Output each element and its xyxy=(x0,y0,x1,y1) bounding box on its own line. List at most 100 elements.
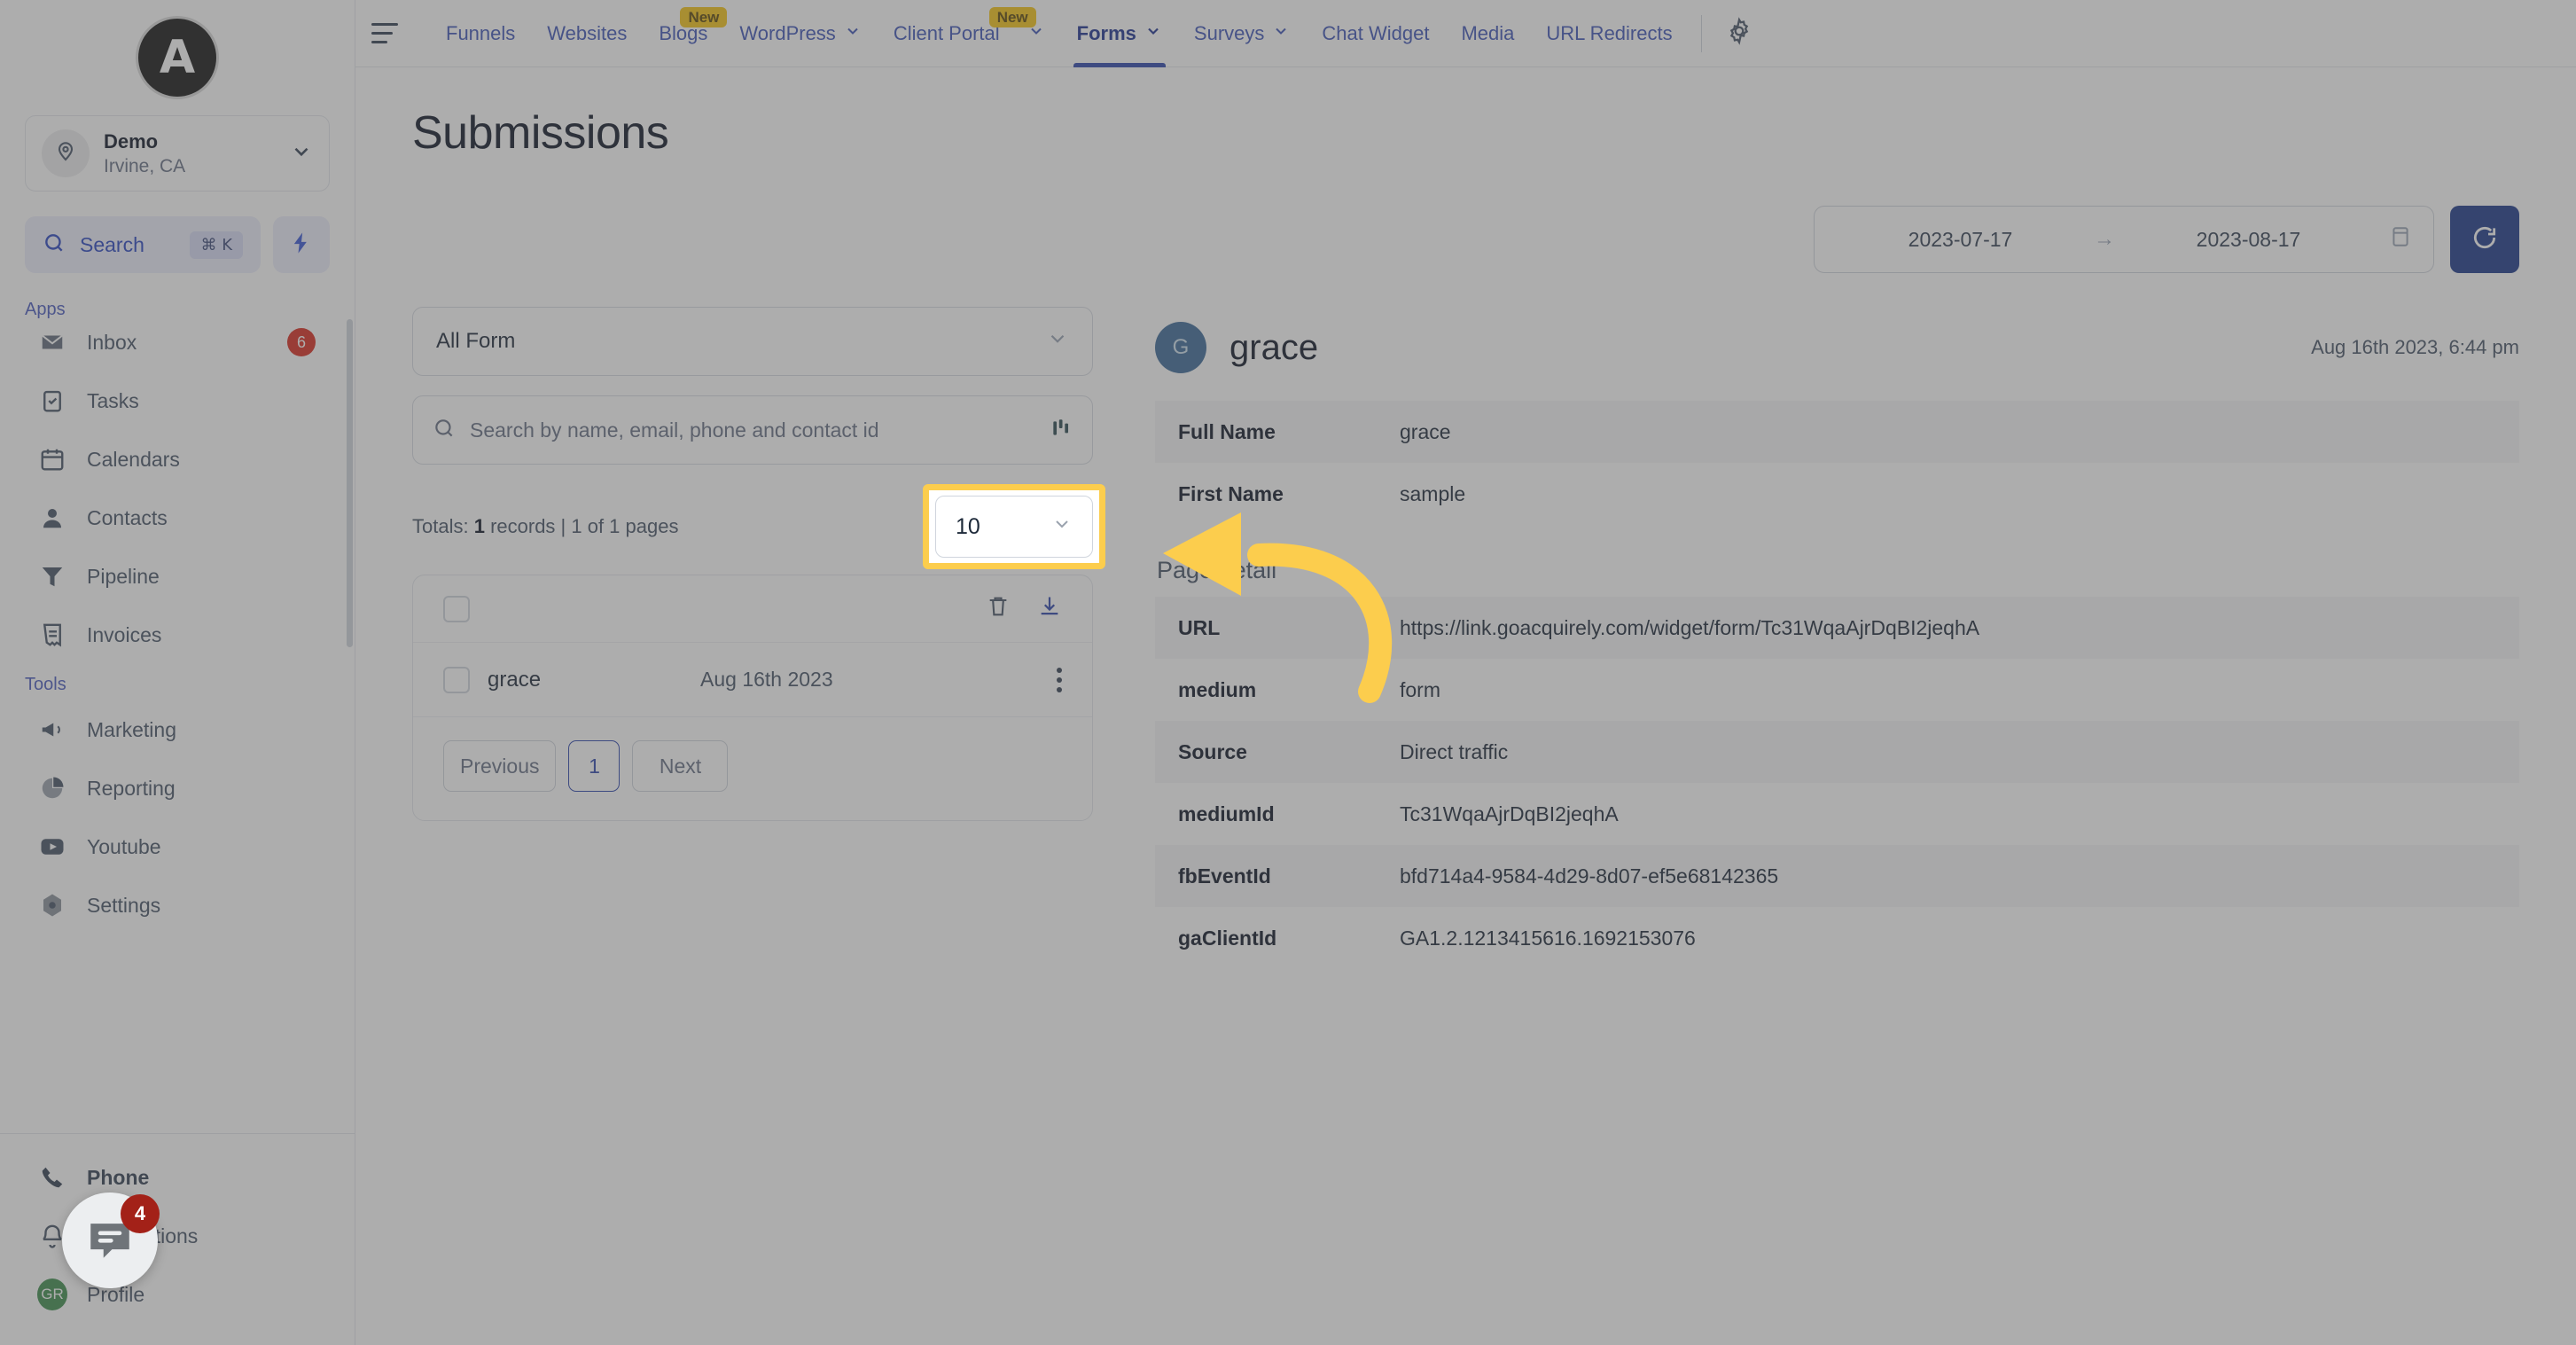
refresh-button[interactable] xyxy=(2450,206,2519,273)
tab-label: Client Portal xyxy=(893,21,1000,44)
table-row[interactable]: grace Aug 16th 2023 xyxy=(413,643,1092,717)
sidebar-scrollbar[interactable] xyxy=(347,319,353,647)
field-value: grace xyxy=(1400,419,1451,443)
detail-key: fbEventId xyxy=(1178,864,1271,888)
sidebar-item-calendars[interactable]: Calendars xyxy=(12,430,342,489)
chevron-down-icon xyxy=(1272,22,1290,45)
tab-url-redirects[interactable]: URL Redirects xyxy=(1530,0,1688,67)
chat-widget-button[interactable]: 4 xyxy=(62,1193,160,1288)
pie-chart-icon xyxy=(37,773,67,803)
sidebar-item-youtube[interactable]: Youtube xyxy=(12,817,342,876)
detail-value: Tc31WqaAjrDqBI2jeqhA xyxy=(1400,802,1619,825)
menu-toggle-icon[interactable] xyxy=(371,23,410,43)
tab-blogs[interactable]: Blogs New xyxy=(643,0,728,67)
search-label: Search xyxy=(80,232,144,256)
submissions-table: grace Aug 16th 2023 Previous 1 Next xyxy=(412,575,1093,821)
detail-value: GA1.2.1213415616.1692153076 xyxy=(1400,926,1696,950)
field-key: Full Name xyxy=(1178,419,1276,443)
brand-logo[interactable]: A xyxy=(0,0,355,115)
phone-icon xyxy=(37,1162,67,1193)
sidebar-item-label: Settings xyxy=(87,893,161,917)
table-header xyxy=(413,575,1092,643)
totals-text: Totals: 1 records | 1 of 1 pages xyxy=(412,515,678,538)
detail-key: Source xyxy=(1178,739,1247,763)
sidebar-item-phone[interactable]: Phone xyxy=(12,1148,342,1207)
per-page-holder: 10 xyxy=(923,484,1105,569)
date-range-start[interactable]: 2023-07-17 xyxy=(1836,228,2085,252)
download-icon[interactable] xyxy=(1037,594,1062,623)
tab-funnels[interactable]: Funnels xyxy=(430,0,531,67)
tab-chat-widget[interactable]: Chat Widget xyxy=(1306,0,1445,67)
sidebar-item-settings[interactable]: Settings xyxy=(12,876,342,934)
delete-icon[interactable] xyxy=(986,594,1011,623)
settings-button[interactable] xyxy=(1714,17,1764,50)
tab-forms[interactable]: Forms xyxy=(1061,0,1178,67)
per-page-value: 10 xyxy=(956,513,980,539)
per-page-select[interactable]: 10 xyxy=(935,496,1093,558)
sidebar-item-invoices[interactable]: Invoices xyxy=(12,606,342,664)
new-badge: New xyxy=(988,6,1036,27)
inbox-badge: 6 xyxy=(287,328,316,356)
tab-media[interactable]: Media xyxy=(1445,0,1530,67)
search-icon xyxy=(433,417,456,444)
filter-bars-icon[interactable] xyxy=(1050,417,1073,444)
bolt-icon xyxy=(289,231,314,260)
chevron-down-icon xyxy=(1046,327,1069,356)
sidebar-item-label: Invoices xyxy=(87,622,162,646)
date-range-end[interactable]: 2023-08-17 xyxy=(2124,228,2373,252)
location-switcher[interactable]: Demo Irvine, CA xyxy=(25,115,330,192)
detail-value: Direct traffic xyxy=(1400,739,1509,763)
quick-actions-button[interactable] xyxy=(273,216,330,273)
tab-label: Forms xyxy=(1076,21,1136,44)
page-detail-table: URL https://link.goacquirely.com/widget/… xyxy=(1155,597,2519,969)
tab-client-portal[interactable]: Client Portal New xyxy=(878,0,1061,67)
gear-icon xyxy=(1725,17,1753,50)
page-number-button[interactable]: 1 xyxy=(568,740,621,792)
tab-surveys[interactable]: Surveys xyxy=(1178,0,1306,67)
tab-label: Chat Widget xyxy=(1322,21,1430,44)
row-menu-icon[interactable] xyxy=(1057,667,1062,692)
sidebar-item-pipeline[interactable]: Pipeline xyxy=(12,547,342,606)
detail-row: Source Direct traffic xyxy=(1155,721,2519,783)
global-search[interactable]: Search ⌘ K xyxy=(25,216,261,273)
detail-key: URL xyxy=(1178,615,1221,639)
date-range-picker[interactable]: 2023-07-17 → 2023-08-17 xyxy=(1814,206,2434,273)
totals-count: 1 xyxy=(473,515,485,537)
location-sub: Irvine, CA xyxy=(104,155,186,176)
page-title: Submissions xyxy=(412,107,669,159)
sidebar-item-contacts[interactable]: Contacts xyxy=(12,489,342,547)
detail-header: G grace Aug 16th 2023, 6:44 pm xyxy=(1155,307,2519,388)
sidebar-item-label: Marketing xyxy=(87,717,176,741)
sidebar-item-profile[interactable]: GR Profile xyxy=(12,1265,342,1324)
select-all-checkbox[interactable] xyxy=(443,595,470,622)
sidebar-search-row: Search ⌘ K xyxy=(0,192,355,273)
next-page-button[interactable]: Next xyxy=(632,740,729,792)
detail-row: URL https://link.goacquirely.com/widget/… xyxy=(1155,597,2519,659)
form-filter-select[interactable]: All Form xyxy=(412,307,1093,376)
sidebar-item-label: Youtube xyxy=(87,834,161,858)
row-checkbox[interactable] xyxy=(443,666,470,693)
invoices-icon xyxy=(37,620,67,650)
row-date: Aug 16th 2023 xyxy=(700,668,833,691)
top-navigation: Funnels Websites Blogs New WordPress Cli… xyxy=(355,0,2576,67)
sidebar-item-inbox[interactable]: Inbox 6 xyxy=(12,313,342,371)
app-root: A Demo Irvine, CA Search ⌘ K Apps Inbox … xyxy=(0,0,2576,1345)
sidebar-item-marketing[interactable]: Marketing xyxy=(12,700,342,759)
search-input[interactable] xyxy=(470,418,1035,442)
tab-wordpress[interactable]: WordPress xyxy=(723,0,877,67)
sidebar-item-reporting[interactable]: Reporting xyxy=(12,759,342,817)
settings-icon xyxy=(37,890,67,920)
tab-websites[interactable]: Websites xyxy=(531,0,643,67)
sidebar-item-tasks[interactable]: Tasks xyxy=(12,371,342,430)
previous-page-button[interactable]: Previous xyxy=(443,740,557,792)
location-name: Demo xyxy=(104,129,159,152)
submissions-search[interactable] xyxy=(412,395,1093,465)
sidebar-item-label: Reporting xyxy=(87,776,176,800)
tab-label: WordPress xyxy=(739,21,836,44)
sidebar: A Demo Irvine, CA Search ⌘ K Apps Inbox … xyxy=(0,0,355,1345)
detail-value: bfd714a4-9584-4d29-8d07-ef5e68142365 xyxy=(1400,864,1779,888)
logo-mark: A xyxy=(136,16,219,99)
field-key: First Name xyxy=(1178,481,1284,505)
location-pin-icon xyxy=(42,129,90,177)
submission-detail-panel: G grace Aug 16th 2023, 6:44 pm Full Name… xyxy=(1155,307,2519,969)
